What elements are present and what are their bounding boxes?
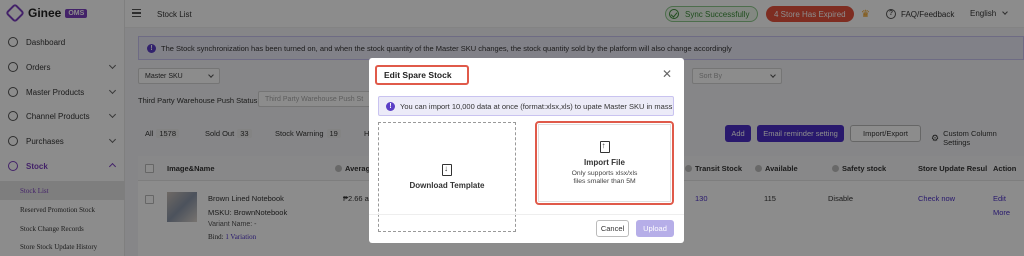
download-template-card[interactable]: Download Template	[378, 122, 516, 232]
cancel-button[interactable]: Cancel	[596, 220, 629, 237]
close-icon[interactable]: ✕	[662, 67, 672, 81]
info-icon: !	[386, 101, 395, 111]
upload-icon	[599, 140, 610, 153]
modal-divider	[369, 214, 684, 215]
upload-button[interactable]: Upload	[636, 220, 674, 237]
import-file-card[interactable]: Import File Only supports xlsx/xls files…	[538, 124, 671, 202]
edit-spare-stock-modal: Edit Spare Stock ✕ ! You can import 10,0…	[369, 58, 684, 243]
import-info-text: You can import 10,000 data at once (form…	[400, 101, 673, 111]
modal-title: Edit Spare Stock	[375, 65, 469, 85]
import-hint-size: files smaller than 5M	[573, 177, 636, 185]
import-file-label: Import File	[584, 157, 625, 167]
import-hint-format: Only supports xlsx/xls	[571, 169, 638, 177]
download-template-label: Download Template	[409, 181, 485, 190]
import-info-banner: ! You can import 10,000 data at once (fo…	[378, 96, 674, 116]
download-icon	[442, 164, 452, 176]
